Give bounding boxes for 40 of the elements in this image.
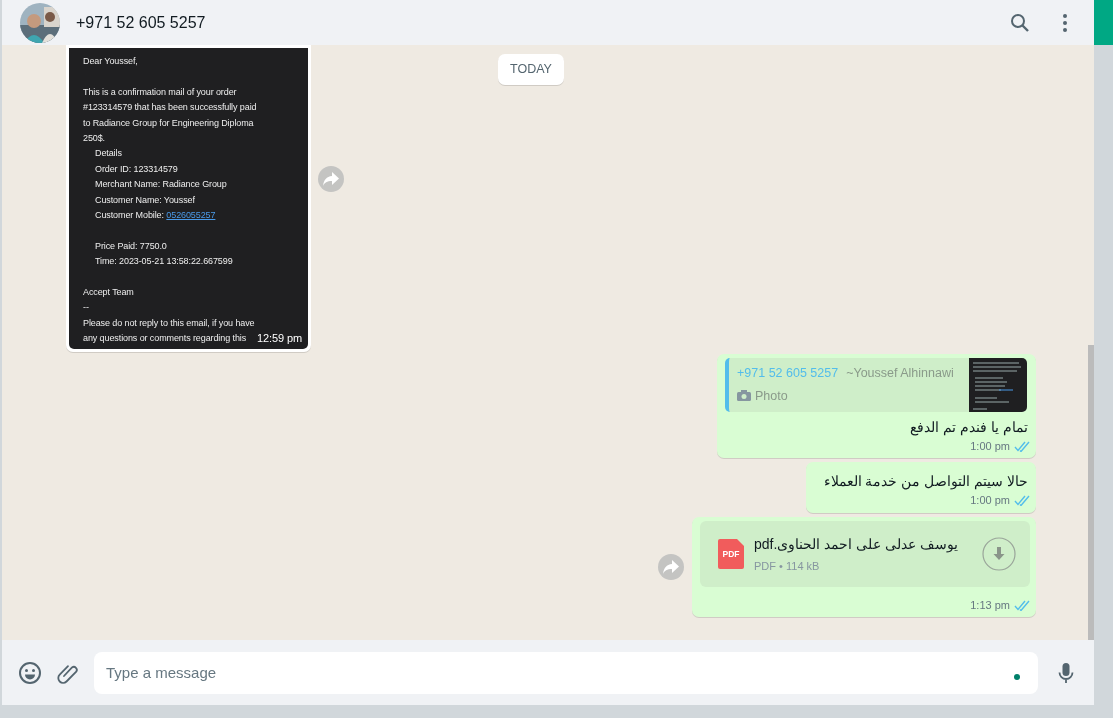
message-time: 1:00 pm [970, 438, 1010, 454]
side-panel-strip [1094, 0, 1113, 45]
quoted-author: +971 52 605 5257 [737, 364, 839, 382]
menu-icon[interactable] [1062, 12, 1068, 33]
contact-name: +971 52 605 5257 [76, 12, 207, 33]
email-text-line: 250$. [83, 132, 106, 145]
message-time: 1:13 pm [970, 597, 1010, 613]
email-text-line: Merchant Name: Radiance Group [94, 178, 227, 192]
quoted-name: ~Youssef Alhinnawi [846, 364, 954, 382]
status-dot-icon [1014, 673, 1020, 680]
email-text-line: Details [94, 147, 122, 161]
email-text-line: Dear Youssef, [83, 55, 138, 68]
email-thumbnail [969, 357, 1027, 412]
camera-icon [737, 390, 751, 402]
email-text-line: to Radiance Group for Engineering Diploma [83, 116, 254, 130]
file-type-label: PDF [721, 547, 741, 561]
message-time: 12:59 pm [256, 330, 302, 346]
email-text-line: Please do not reply to this email, if you have [83, 316, 255, 330]
quoted-caption: Photo [755, 387, 788, 405]
file-name: يوسف عدلى على احمد الحناوى.pdf [754, 534, 959, 555]
email-text-line: Price Paid: 7750.0 [94, 239, 167, 253]
search-icon[interactable] [1010, 12, 1030, 33]
message-text: تمام يا فندم تم الدفع [909, 417, 1029, 438]
email-text-line: Customer Name: Youssef [94, 193, 195, 207]
email-text-line: -- [83, 301, 89, 315]
message-time: 1:00 pm [970, 493, 1010, 509]
email-text-line: Customer Mobile: 0526055257 [94, 209, 216, 223]
file-info: PDF • 114 kB [754, 558, 821, 574]
email-text-line: Time: 2023-05-21 13:58:22.667599 [94, 255, 233, 269]
message-input[interactable]: Type a message [94, 651, 1038, 694]
phone-link[interactable]: 0526055257 [166, 210, 216, 221]
email-text-line: This is a confirmation mail of your order [83, 85, 237, 99]
pdf-file-icon [718, 538, 744, 569]
emoji-icon[interactable] [18, 660, 42, 685]
email-text-line: #123314579 that has been successfully paid [83, 101, 257, 115]
email-text-line: any questions or comments regarding this [83, 332, 247, 346]
email-text-line: Accept Team [83, 286, 134, 300]
message-text: حالا سيتم التواصل من خدمة العملاء [822, 472, 1029, 492]
email-text-line: Order ID: 123314579 [94, 162, 178, 176]
date-chip: TODAY [498, 54, 564, 85]
